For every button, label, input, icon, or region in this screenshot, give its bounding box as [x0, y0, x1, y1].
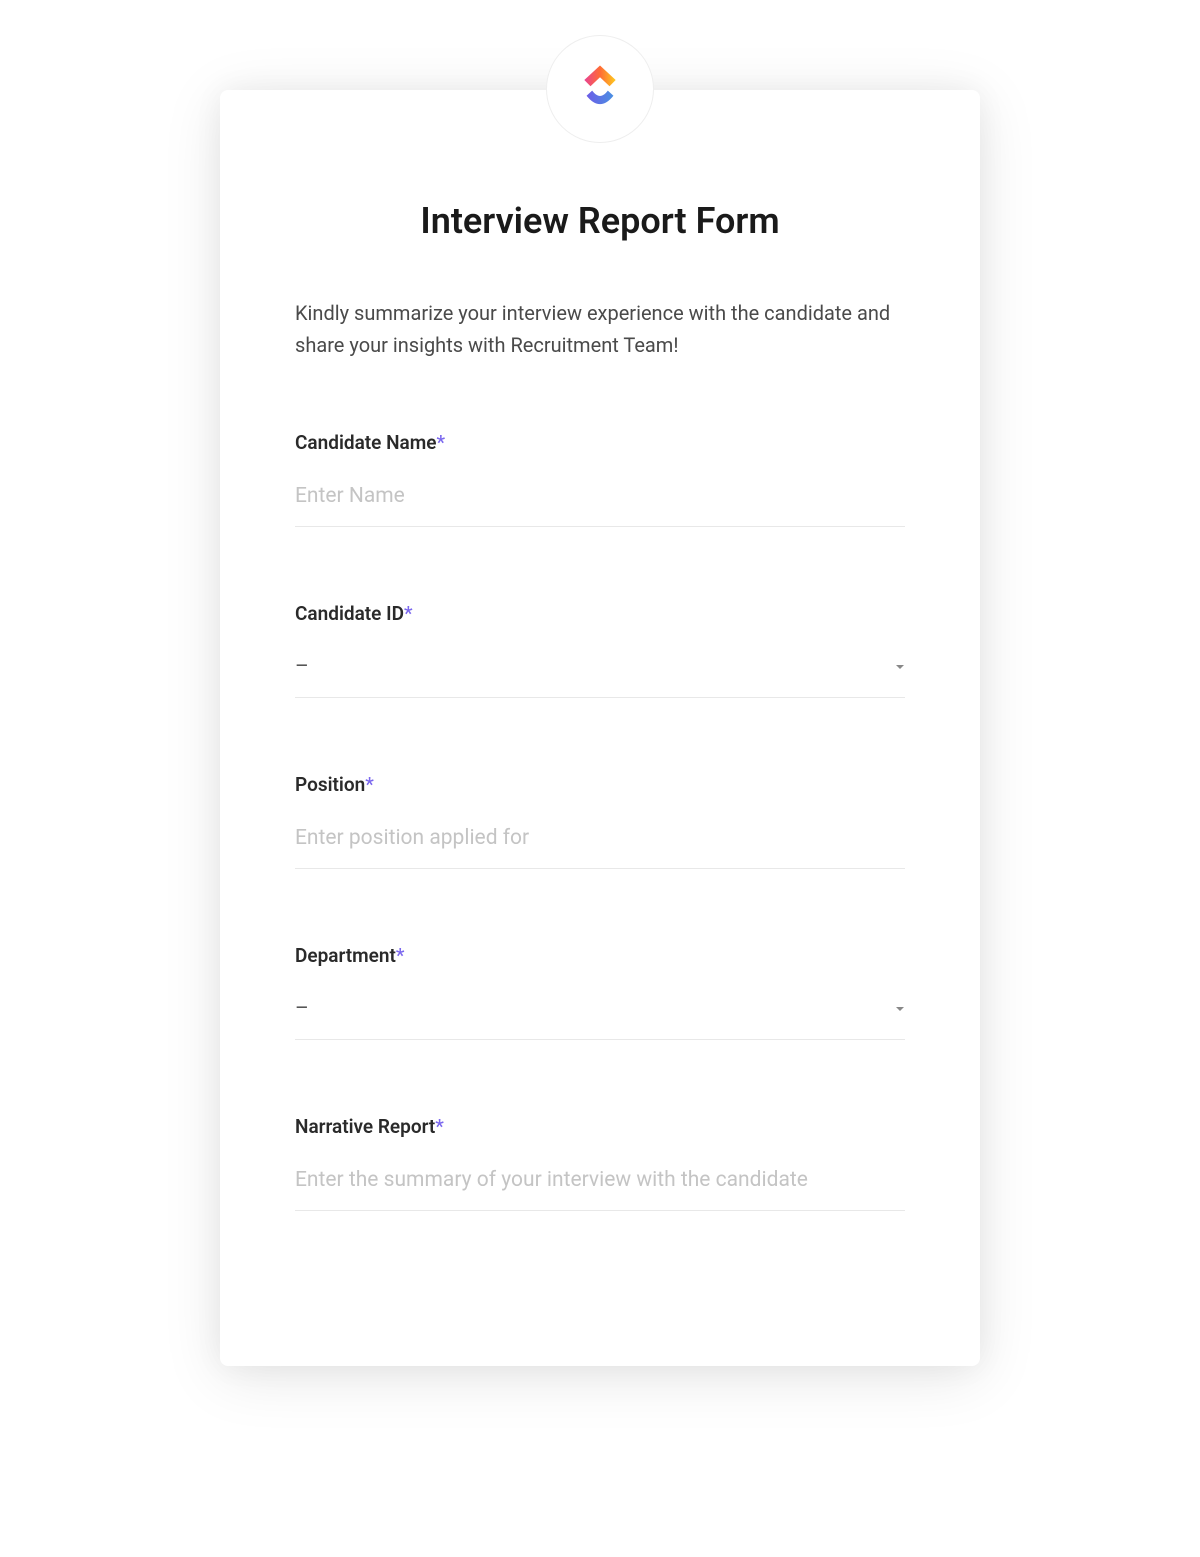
- candidate-name-field: Candidate Name*: [295, 431, 905, 527]
- candidate-name-input[interactable]: [295, 476, 905, 527]
- required-indicator: *: [435, 1115, 444, 1138]
- required-indicator: *: [396, 944, 405, 967]
- narrative-report-field: Narrative Report*: [295, 1115, 905, 1211]
- department-selected: –: [295, 997, 309, 1021]
- form-description: Kindly summarize your interview experien…: [295, 297, 905, 361]
- candidate-id-field: Candidate ID* –: [295, 602, 905, 698]
- position-label: Position*: [295, 773, 905, 796]
- required-indicator: *: [436, 431, 445, 454]
- chevron-down-icon: [895, 662, 905, 672]
- department-dropdown[interactable]: –: [295, 989, 905, 1040]
- department-field: Department* –: [295, 944, 905, 1040]
- clickup-logo-icon: [572, 61, 628, 117]
- position-input[interactable]: [295, 818, 905, 869]
- form-title: Interview Report Form: [295, 200, 905, 242]
- required-indicator: *: [404, 602, 413, 625]
- form-card: Interview Report Form Kindly summarize y…: [220, 90, 980, 1366]
- position-field: Position*: [295, 773, 905, 869]
- candidate-id-label: Candidate ID*: [295, 602, 905, 625]
- required-indicator: *: [365, 773, 374, 796]
- candidate-name-label: Candidate Name*: [295, 431, 905, 454]
- chevron-down-icon: [895, 1004, 905, 1014]
- candidate-id-dropdown[interactable]: –: [295, 647, 905, 698]
- narrative-report-input[interactable]: [295, 1160, 905, 1211]
- department-label: Department*: [295, 944, 905, 967]
- logo-container: [546, 35, 654, 143]
- candidate-id-selected: –: [295, 655, 309, 679]
- narrative-report-label: Narrative Report*: [295, 1115, 905, 1138]
